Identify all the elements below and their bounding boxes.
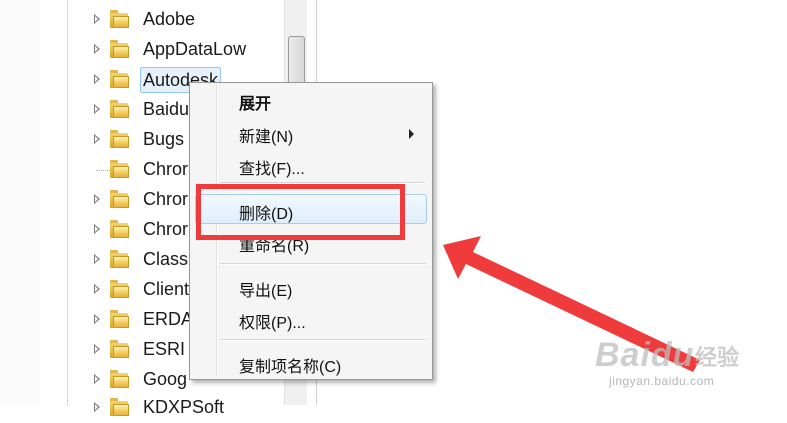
watermark-url: jingyan.baidu.com [609,374,715,388]
watermark-logo: Baidu 经验 jingyan.baidu.com [589,336,779,394]
watermark-brand: Baidu [595,336,695,374]
watermark-brand-cn: 经验 [695,345,740,370]
